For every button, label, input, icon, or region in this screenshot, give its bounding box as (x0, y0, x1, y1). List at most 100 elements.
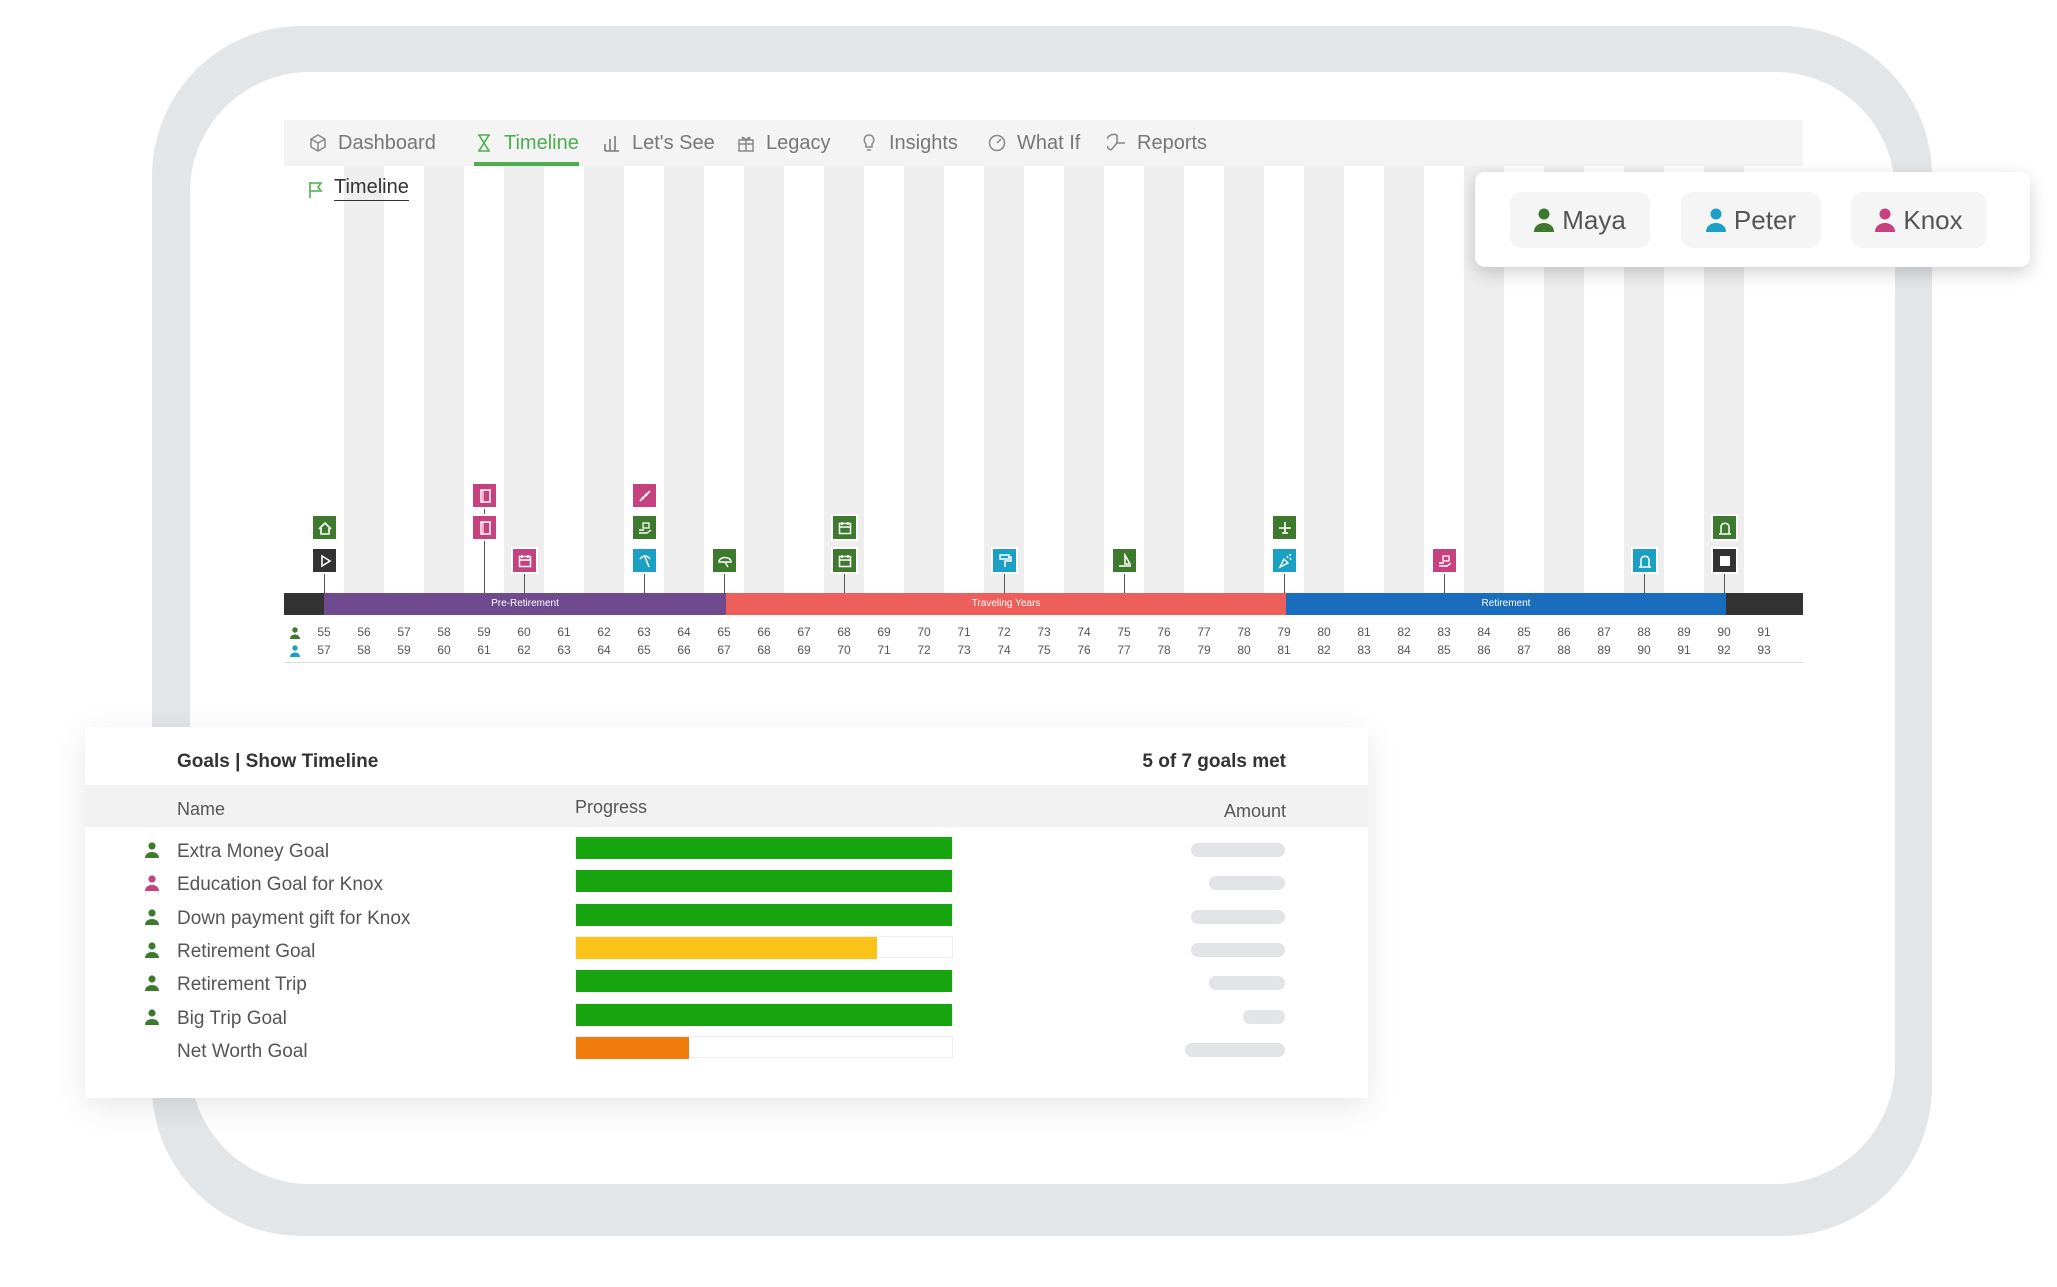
column-amount: Amount (1223, 801, 1286, 821)
goal-progress-bar (575, 1002, 953, 1026)
book-event-marker[interactable] (471, 482, 498, 509)
age-label: 69 (877, 625, 891, 639)
person-name: Knox (1903, 204, 1963, 235)
person-chip-maya[interactable]: Maya (1510, 192, 1650, 248)
tab-timeline[interactable]: Timeline (474, 132, 579, 166)
age-label: 60 (437, 643, 451, 657)
goal-name: Down payment gift for Knox (177, 907, 411, 929)
home-event-marker[interactable] (311, 514, 338, 541)
age-label: 93 (1757, 643, 1771, 657)
person-icon (145, 908, 159, 925)
age-label: 75 (1037, 643, 1051, 657)
tab-lets-see[interactable]: Let's See (602, 132, 715, 166)
paint-roller-event-marker[interactable] (991, 547, 1018, 574)
tombstone-event-marker[interactable] (1711, 514, 1738, 541)
sailboat-event-marker[interactable] (1111, 547, 1138, 574)
play-event-marker[interactable] (311, 547, 338, 574)
column-progress: Progress (575, 797, 648, 817)
column-name: Name (177, 799, 226, 819)
calendar-event-marker[interactable] (511, 547, 538, 574)
marker-stem (724, 573, 725, 593)
goal-progress-bar (575, 902, 953, 926)
goal-amount-placeholder (1191, 942, 1285, 957)
tab-reports[interactable]: Reports (1107, 132, 1207, 166)
marker-stem (1124, 573, 1125, 593)
confetti-event-marker[interactable] (1271, 547, 1298, 574)
person-icon (145, 1008, 159, 1025)
person-name: Peter (1733, 204, 1797, 235)
age-label: 80 (1317, 625, 1331, 639)
person-icon (145, 875, 159, 892)
goal-row[interactable]: Big Trip Goal (85, 1002, 1368, 1036)
age-label: 81 (1357, 625, 1371, 639)
ruler-icon (638, 489, 651, 502)
marker-stem (1724, 573, 1725, 593)
goal-row[interactable]: Down payment gift for Knox (85, 902, 1368, 936)
pie-chart-icon (1107, 133, 1125, 151)
gift-hand-event-marker[interactable] (631, 514, 658, 541)
year-column (424, 166, 464, 600)
stop-event-marker[interactable] (1711, 547, 1738, 574)
goal-amount-placeholder (1209, 976, 1285, 991)
calendar-event-marker[interactable] (831, 514, 858, 541)
phase-segment[interactable] (284, 593, 324, 615)
age-label: 68 (837, 625, 851, 639)
year-column (664, 166, 704, 600)
goal-row[interactable]: Net Worth Goal (85, 1035, 1368, 1069)
gift-hand-icon (638, 521, 651, 534)
age-label: 57 (397, 625, 411, 639)
tab-what-if[interactable]: What If (987, 132, 1080, 166)
goal-progress-bar (575, 836, 953, 859)
phase-segment[interactable]: Traveling Years (726, 593, 1286, 615)
tombstone-event-marker[interactable] (1631, 547, 1658, 574)
gift-icon (738, 136, 754, 152)
goal-row[interactable]: Retirement Trip (85, 969, 1368, 1002)
year-column (744, 166, 784, 600)
book-event-marker[interactable] (471, 514, 498, 541)
umbrella-event-marker[interactable] (711, 547, 738, 574)
year-column (584, 166, 624, 600)
goals-title-show-timeline-link[interactable]: Goals | Show Timeline (177, 751, 378, 773)
marker-stem (1284, 573, 1285, 593)
person-chip-knox[interactable]: Knox (1851, 192, 1987, 248)
paint-roller-icon (998, 553, 1012, 567)
year-column (1304, 166, 1344, 600)
calendar-event-marker[interactable] (831, 547, 858, 574)
tab-insights[interactable]: Insights (859, 132, 958, 166)
tab-dashboard[interactable]: Dashboard (308, 132, 436, 166)
person-icon (290, 627, 300, 639)
goal-row[interactable]: Extra Money Goal (85, 836, 1368, 869)
goal-progress-fill (576, 936, 877, 959)
tombstone-icon (1638, 555, 1651, 568)
goal-progress-fill (576, 837, 952, 859)
book-icon (479, 520, 491, 535)
pickaxe-event-marker[interactable] (631, 547, 658, 574)
age-label: 65 (717, 625, 731, 639)
airplane-icon (1278, 521, 1291, 534)
year-column (1064, 166, 1104, 600)
goal-row[interactable]: Education Goal for Knox (85, 869, 1368, 902)
tab-legacy[interactable]: Legacy (736, 132, 831, 166)
goal-progress-fill (576, 970, 952, 993)
age-label: 65 (637, 643, 651, 657)
airplane-event-marker[interactable] (1271, 514, 1298, 541)
goal-row[interactable]: Retirement Goal (85, 935, 1368, 969)
person-chip-peter[interactable]: Peter (1681, 192, 1821, 248)
age-label: 92 (1717, 643, 1731, 657)
age-label: 59 (477, 625, 491, 639)
ruler-event-marker[interactable] (631, 482, 658, 509)
cube-icon (310, 134, 326, 152)
age-label: 79 (1277, 625, 1291, 639)
sailboat-icon (1118, 552, 1131, 567)
goal-name: Net Worth Goal (177, 1040, 308, 1062)
timeline-section-title[interactable]: Timeline (334, 176, 409, 201)
phase-segment[interactable] (1726, 593, 1803, 615)
gift-hand-event-marker[interactable] (1431, 547, 1458, 574)
marker-stem (644, 573, 645, 593)
age-label: 71 (877, 643, 891, 657)
phase-segment[interactable]: Pre-Retirement (324, 593, 726, 615)
phase-segment[interactable]: Retirement (1286, 593, 1726, 615)
goal-progress-bar (575, 1035, 953, 1059)
age-row-person2: 57 58 59 60 61 62 63 64 65 66 67 68 69 70 71 72 73 74 75 76… (284, 643, 1803, 661)
age-label: 60 (517, 625, 531, 639)
